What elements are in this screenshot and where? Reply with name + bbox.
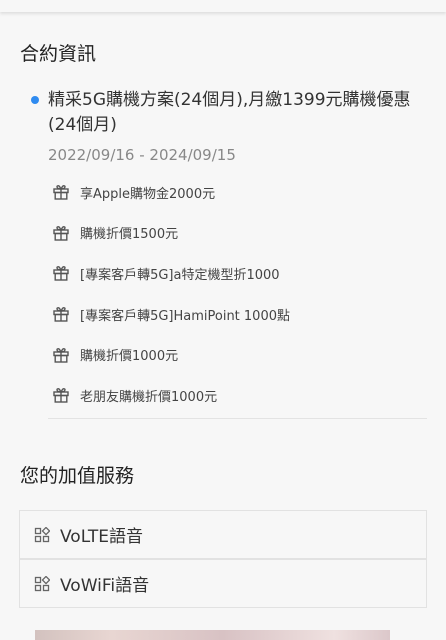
bottom-banner-edge bbox=[0, 630, 35, 640]
gift-icon bbox=[53, 307, 69, 322]
bottom-banner-image bbox=[0, 630, 446, 640]
benefit-item: [專案客戶轉5G]HamiPoint 1000點 bbox=[48, 294, 427, 335]
benefit-label: 購機折價1000元 bbox=[80, 349, 179, 365]
benefit-list: 享Apple購物金2000元 購機折價1500元 [專案客戶轉5G]a特定機型折… bbox=[48, 172, 427, 416]
apps-grid-icon bbox=[34, 575, 50, 591]
plan-bullet-dot bbox=[31, 96, 39, 104]
gift-icon bbox=[53, 185, 69, 200]
service-item-volte[interactable]: VoLTE語音 bbox=[19, 510, 427, 559]
benefit-label: 老朋友購機折價1000元 bbox=[80, 389, 218, 405]
benefit-label: [專案客戶轉5G]HamiPoint 1000點 bbox=[80, 308, 290, 324]
plan-period: 2022/09/16 - 2024/09/15 bbox=[48, 146, 236, 164]
service-label: VoWiFi語音 bbox=[60, 576, 150, 596]
service-item-vowifi[interactable]: VoWiFi語音 bbox=[19, 559, 427, 608]
contract-info-title: 合約資訊 bbox=[20, 43, 97, 65]
service-label: VoLTE語音 bbox=[60, 527, 143, 547]
apps-grid-icon bbox=[34, 526, 50, 542]
benefit-label: 享Apple購物金2000元 bbox=[80, 186, 216, 202]
gift-icon bbox=[53, 388, 69, 403]
section-divider bbox=[48, 418, 427, 419]
gift-icon bbox=[53, 266, 69, 282]
gift-icon bbox=[53, 225, 69, 241]
benefit-item: 老朋友購機折價1000元 bbox=[48, 375, 427, 416]
benefit-item: 購機折價1000元 bbox=[48, 334, 427, 375]
gift-icon bbox=[53, 347, 69, 363]
benefit-label: [專案客戶轉5G]a特定機型折1000 bbox=[80, 267, 280, 283]
benefit-item: 享Apple購物金2000元 bbox=[48, 172, 427, 213]
benefit-item: [專案客戶轉5G]a特定機型折1000 bbox=[48, 253, 427, 294]
header-shadow-strip bbox=[0, 0, 446, 12]
plan-name: 精采5G購機方案(24個月),月繳1399元購機優惠(24個月) bbox=[48, 90, 411, 135]
value-added-services-title: 您的加值服務 bbox=[20, 465, 135, 487]
benefit-item: 購機折價1500元 bbox=[48, 213, 427, 254]
benefit-label: 購機折價1500元 bbox=[80, 227, 179, 243]
bottom-banner-edge bbox=[390, 630, 446, 640]
